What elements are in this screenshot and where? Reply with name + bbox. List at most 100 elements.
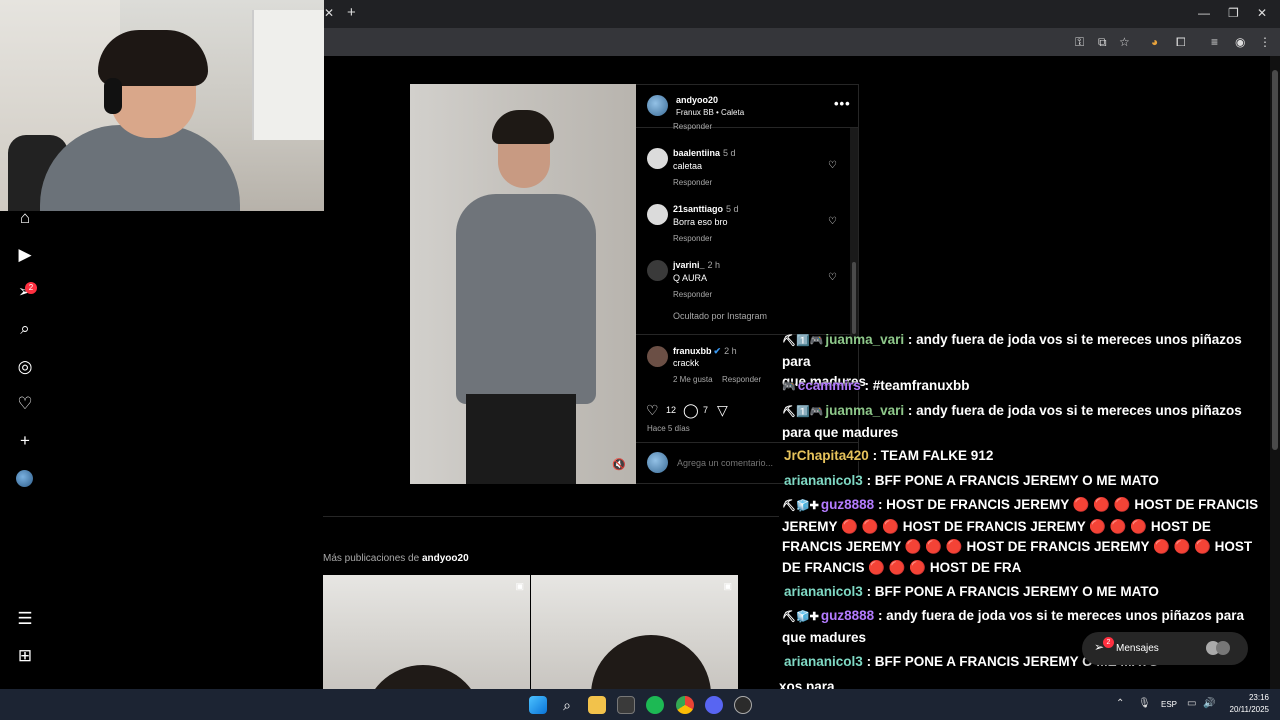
messages-badge: 2 — [1103, 637, 1114, 648]
more-menu-icon[interactable]: ☰ — [14, 608, 36, 630]
password-key-icon[interactable]: ⚿ — [1075, 35, 1084, 50]
post-video[interactable]: 🔇 — [410, 84, 636, 484]
comments-count[interactable]: 7 — [703, 405, 708, 415]
store-icon[interactable] — [617, 696, 635, 714]
owner-comment-avatar[interactable] — [647, 346, 668, 367]
reels-icon[interactable]: ▶ — [14, 244, 36, 266]
browser-menu-icon[interactable]: ⋮ — [1259, 35, 1271, 49]
chat-username[interactable]: JrChapita420 — [784, 448, 869, 463]
chat-username[interactable]: juanma_vari — [825, 403, 904, 418]
like-comment-heart-icon[interactable]: ♡ — [828, 216, 837, 227]
comment-author[interactable]: 21santtiago 5 d — [673, 204, 739, 214]
steam-icon[interactable] — [734, 696, 752, 714]
chat-badges: ⛏🧊✚ — [782, 611, 819, 623]
keyboard-language[interactable]: ESP — [1161, 700, 1177, 709]
also-from-meta-icon[interactable]: ⊞ — [14, 645, 36, 667]
post-options-icon[interactable]: ••• — [834, 96, 851, 111]
more-posts-username[interactable]: andyoo20 — [422, 553, 469, 564]
chat-text: : TEAM FALKE 912 — [872, 448, 994, 463]
chat-message: ⛏🧊✚ guz8888 : HOST DE FRANCIS JEREMY 🔴 🔴 … — [782, 495, 1268, 579]
like-comment-heart-icon[interactable]: ♡ — [828, 272, 837, 283]
chat-username[interactable]: ariananicol3 — [784, 584, 863, 599]
page-scroll-thumb[interactable] — [1272, 70, 1278, 450]
comment-bubble-icon[interactable]: ◯ — [683, 402, 699, 419]
notifications-heart-icon[interactable]: ♡ — [14, 393, 36, 415]
likes-count[interactable]: 12 — [666, 405, 676, 415]
windows-taskbar — [0, 689, 1280, 720]
explore-compass-icon[interactable]: ◎ — [14, 356, 36, 378]
like-heart-icon[interactable]: ♡ — [646, 402, 659, 419]
tray-chevron-icon[interactable]: ⌃ — [1116, 698, 1124, 709]
like-comment-heart-icon[interactable]: ♡ — [828, 160, 837, 171]
file-explorer-icon[interactable] — [588, 696, 606, 714]
chat-username[interactable]: ariananicol3 — [784, 654, 863, 669]
chrome-icon[interactable] — [676, 696, 694, 714]
install-app-icon[interactable]: ⧉ — [1098, 35, 1107, 50]
chat-message: ⛏1️⃣🎮 juanma_vari : andy fuera de joda vo… — [782, 401, 1268, 443]
start-icon[interactable] — [529, 696, 547, 714]
media-controls-icon[interactable]: ≡ — [1211, 35, 1218, 49]
post-thumbnail[interactable]: ▣ — [531, 575, 738, 690]
volume-icon[interactable]: 🔊 — [1203, 698, 1215, 709]
comment-text: caletaa — [673, 161, 703, 171]
verified-icon: ✔ — [713, 346, 722, 356]
new-tab-icon[interactable]: + — [347, 4, 356, 21]
reply-link[interactable]: Responder — [673, 234, 712, 243]
chat-username[interactable]: ariananicol3 — [784, 473, 863, 488]
comment-author[interactable]: jvarini_ 2 h — [673, 260, 720, 270]
hidden-comments-link[interactable]: Ocultado por Instagram — [673, 311, 767, 321]
chat-username[interactable]: ccammirs — [798, 378, 861, 393]
owner-username[interactable]: andyoo20 — [676, 95, 718, 105]
owner-comment-author[interactable]: franuxbb ✔ 2 h — [673, 346, 737, 357]
reply-link[interactable]: Responder — [722, 375, 761, 384]
chat-username[interactable]: guz8888 — [821, 608, 874, 623]
restore-icon[interactable]: ❐ — [1228, 6, 1239, 20]
window-close-icon[interactable]: ✕ — [1257, 6, 1267, 20]
minimize-icon[interactable]: — — [1198, 6, 1210, 20]
reel-icon: ▣ — [515, 581, 524, 591]
extensions-puzzle-icon[interactable]: ⧠ — [1176, 35, 1186, 50]
page-scrollbar[interactable] — [1270, 56, 1280, 689]
owner-comment-likes[interactable]: 2 Me gusta — [673, 375, 713, 384]
muted-icon[interactable]: 🔇 — [612, 458, 626, 471]
messages-label[interactable]: Mensajes — [1116, 643, 1159, 654]
clock-time[interactable]: 23:16 — [1237, 693, 1269, 702]
spotify-icon[interactable] — [646, 696, 664, 714]
post-header — [636, 84, 859, 128]
post-audio[interactable]: Franux BB • Caleta — [676, 108, 744, 117]
chat-badges: ⛏🧊✚ — [782, 500, 819, 512]
profile-avatar[interactable] — [16, 470, 33, 487]
owner-avatar[interactable] — [647, 95, 668, 116]
share-icon[interactable]: ▽ — [717, 402, 728, 419]
create-plus-icon[interactable]: + — [14, 430, 36, 452]
reply-link[interactable]: Responder — [673, 122, 712, 131]
clock-date[interactable]: 20/11/2025 — [1224, 705, 1269, 714]
commenter-avatar[interactable] — [647, 260, 668, 281]
reply-link[interactable]: Responder — [673, 178, 712, 187]
search-icon[interactable]: ⌕ — [14, 318, 36, 340]
chat-badges: 🎮 — [782, 381, 796, 393]
search-taskbar-icon[interactable]: ⌕ — [558, 696, 576, 714]
close-tab-icon[interactable]: ✕ — [324, 6, 334, 20]
commenter-avatar[interactable] — [647, 204, 668, 225]
chat-username[interactable]: juanma_vari — [825, 332, 904, 347]
bookmark-star-icon[interactable]: ☆ — [1119, 35, 1130, 49]
add-comment-input[interactable] — [677, 458, 787, 468]
post-thumbnail[interactable]: ▣ — [323, 575, 530, 690]
reply-link[interactable]: Responder — [673, 290, 712, 299]
discord-icon[interactable] — [705, 696, 723, 714]
chat-username[interactable]: guz8888 — [821, 497, 874, 512]
network-icon[interactable]: ▭ — [1187, 698, 1196, 709]
commenter-avatar[interactable] — [647, 148, 668, 169]
microphone-icon[interactable]: 🎙 — [1138, 698, 1151, 709]
more-posts-heading: Más publicaciones de andyoo20 — [323, 553, 469, 564]
comments-scroll-thumb[interactable] — [852, 262, 856, 334]
comment-text: Borra eso bro — [673, 217, 728, 227]
comment-author[interactable]: baalentiina 5 d — [673, 148, 736, 158]
extension-color-icon[interactable]: ◕ — [1151, 35, 1158, 49]
notification-badge: 2 — [25, 282, 37, 294]
chat-text: : BFF PONE A FRANCIS JEREMY O ME MATO — [866, 584, 1159, 599]
profile-icon[interactable]: ◉ — [1235, 35, 1245, 49]
chat-message: 🎮 ccammirs : #teamfranuxbb — [782, 376, 1268, 398]
divider — [323, 516, 779, 517]
